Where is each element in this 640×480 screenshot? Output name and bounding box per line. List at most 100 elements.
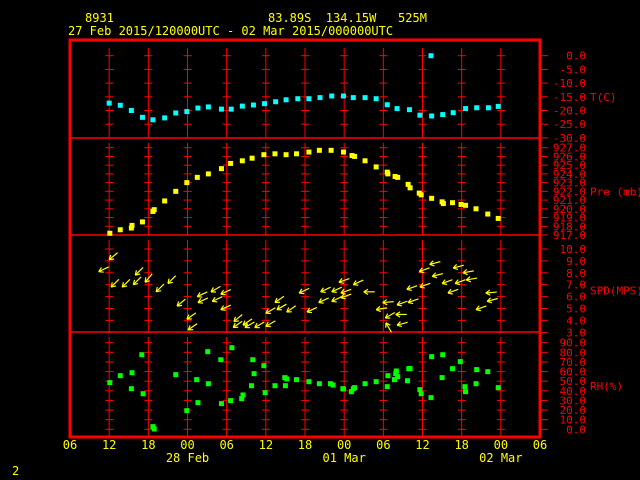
- temperature-point: [262, 101, 268, 107]
- wind-arrow: [465, 276, 478, 283]
- temperature-point: [329, 93, 335, 99]
- wind-arrow: [419, 282, 431, 289]
- wind-arrow-head: [220, 309, 226, 311]
- y-tick-label: -20.0: [553, 105, 586, 118]
- temperature-point: [218, 106, 224, 112]
- wind-arrow: [396, 321, 408, 328]
- y-tick-label: -5.0: [560, 63, 587, 76]
- temperature-point: [350, 95, 356, 101]
- temperature-point: [173, 110, 179, 116]
- wind-arrow: [447, 288, 459, 295]
- rh-point: [462, 384, 468, 390]
- pressure-point: [139, 219, 145, 225]
- rh-point: [151, 426, 157, 432]
- wind-arrow: [385, 322, 392, 333]
- rh-point: [428, 395, 434, 401]
- wind-arrow: [320, 286, 331, 294]
- pressure-point: [306, 149, 312, 155]
- wind-arrow-head: [197, 301, 203, 304]
- rh-point: [395, 374, 401, 380]
- wind-arrow: [220, 289, 232, 296]
- wind-arrow: [340, 293, 352, 300]
- temperature-point: [117, 102, 123, 108]
- x-tick-label: 12: [415, 438, 429, 452]
- temperature-point: [128, 108, 134, 113]
- pressure-point: [239, 158, 245, 164]
- wind-arrow-head: [320, 291, 326, 294]
- wind-arrow: [340, 288, 352, 295]
- temperature-point: [485, 105, 491, 111]
- pressure-point: [385, 171, 391, 177]
- wind-arrow: [187, 323, 198, 331]
- temperature-point: [384, 102, 390, 108]
- pressure-point: [429, 195, 435, 201]
- wind-arrow: [431, 272, 444, 279]
- pressure-point: [463, 202, 469, 208]
- x-date-label: 28 Feb: [166, 451, 209, 465]
- rh-point: [284, 376, 290, 382]
- x-tick-label: 00: [337, 438, 351, 452]
- temperature-point: [306, 96, 312, 102]
- temperature-point: [239, 103, 245, 109]
- rh-point: [195, 400, 201, 406]
- temperature-point: [205, 104, 211, 110]
- pressure-point: [440, 201, 446, 207]
- rh-point: [218, 357, 224, 363]
- temperature-point: [440, 112, 446, 118]
- rh-point: [251, 371, 257, 377]
- pressure-point: [129, 222, 135, 228]
- temperature-point: [429, 113, 435, 119]
- x-tick-label: 12: [102, 438, 116, 452]
- pressure-point: [352, 153, 358, 159]
- rh-point: [184, 408, 190, 414]
- x-tick-label: 00: [494, 438, 508, 452]
- wind-arrow: [331, 296, 342, 303]
- rh-point: [373, 379, 379, 385]
- wind-arrow-head: [462, 272, 468, 276]
- rh-point: [117, 373, 123, 379]
- wind-arrow-head: [318, 301, 324, 304]
- x-tick-label: 18: [454, 438, 468, 452]
- wind-arrow-head: [331, 291, 337, 294]
- wind-arrow: [331, 286, 342, 294]
- temperature-point: [283, 97, 289, 103]
- wind-arrow: [384, 312, 396, 319]
- temperature-point: [474, 105, 480, 111]
- pressure-point: [173, 188, 179, 194]
- wind-arrow: [407, 298, 419, 305]
- rh-point: [229, 345, 235, 351]
- temperature-point: [341, 93, 347, 99]
- wind-arrow: [254, 321, 265, 329]
- wind-arrow: [232, 320, 243, 329]
- time-period: 27 Feb 2015/120000UTC - 02 Mar 2015/0000…: [68, 24, 393, 38]
- wind-arrow-head: [220, 293, 226, 296]
- pressure-point: [228, 160, 234, 166]
- rh-point: [107, 380, 113, 386]
- rh-point: [240, 392, 246, 398]
- grid: 0.0-5.0-10.0-15.0-20.0-25.0-30.0T(C)927.…: [63, 48, 640, 465]
- rh-point: [474, 367, 480, 373]
- wind-arrow-head: [340, 297, 346, 300]
- rh-point: [384, 384, 390, 390]
- wind-arrow-head: [475, 309, 482, 312]
- pressure-point: [294, 151, 300, 157]
- temperature-point: [106, 100, 112, 106]
- wind-arrow-head: [447, 292, 453, 295]
- wind-arrow-head: [331, 300, 337, 303]
- pressure-point: [316, 147, 322, 153]
- wind-arrow: [265, 320, 276, 328]
- x-date-label: 01 Mar: [322, 451, 365, 465]
- wind-arrow-head: [432, 275, 438, 279]
- pressure-point: [341, 149, 347, 155]
- pressure-point: [373, 164, 379, 170]
- temperature-point: [317, 95, 323, 101]
- wind-arrow: [98, 266, 109, 273]
- wind-arrow-head: [299, 292, 305, 295]
- rh-point: [341, 386, 347, 392]
- pressure-point: [117, 227, 123, 233]
- y-tick-label: 0.0: [566, 50, 586, 63]
- wind-arrow-head: [453, 267, 459, 271]
- x-date-label: 02 Mar: [479, 451, 522, 465]
- rh-point: [439, 375, 445, 381]
- rh-point: [407, 366, 413, 372]
